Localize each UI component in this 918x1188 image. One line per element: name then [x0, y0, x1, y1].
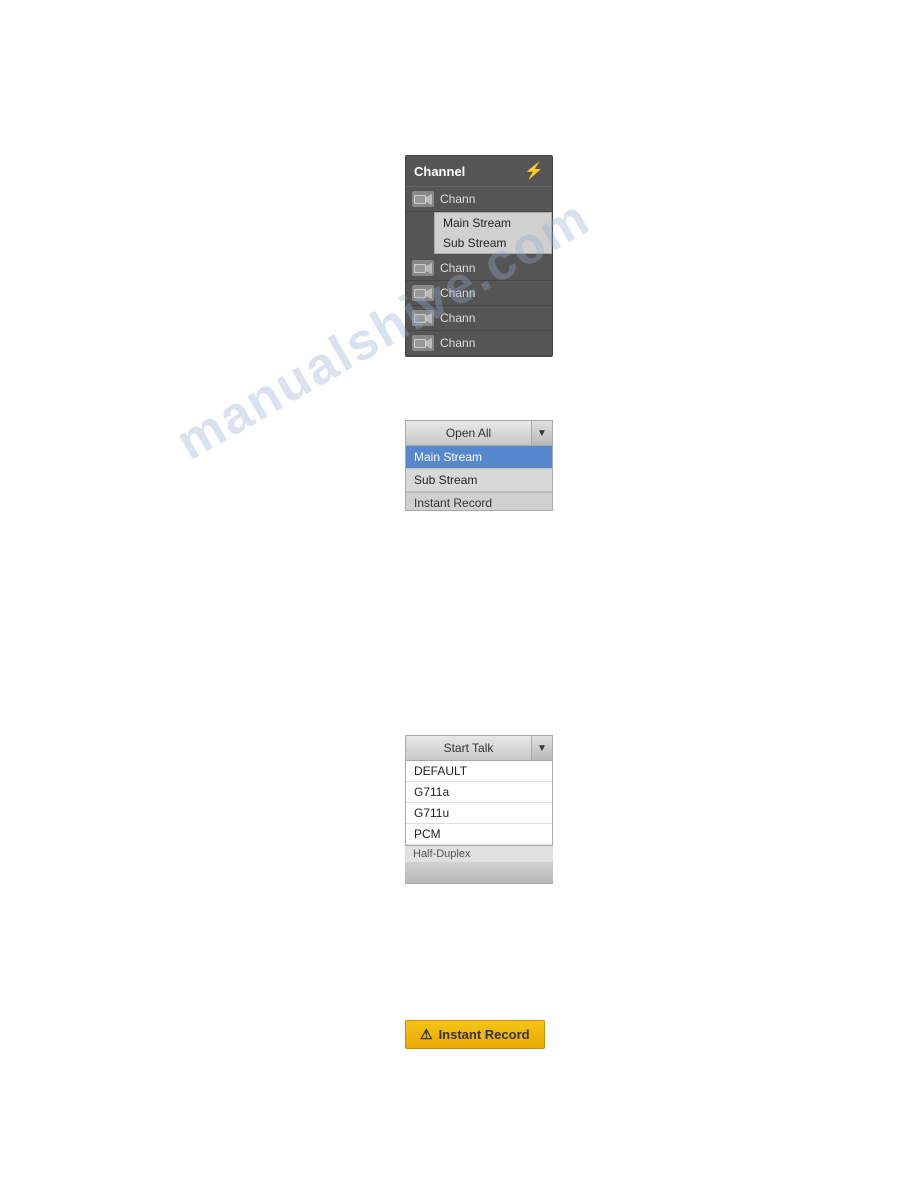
start-talk-button[interactable]: Start Talk [405, 735, 531, 761]
channel-title: Channel [414, 164, 465, 179]
starttalk-button-row: Start Talk ▼ [405, 735, 553, 761]
lightning-icon: ⚡ [524, 161, 544, 181]
camera-icon-5 [412, 335, 434, 351]
channel-item-5-label: Chann [440, 336, 475, 350]
camera-icon-3 [412, 285, 434, 301]
channel-1-subdropdown: Main Stream Sub Stream [434, 212, 552, 254]
channel-item-5[interactable]: Chann [406, 331, 552, 356]
channel-header: Channel ⚡ [406, 156, 552, 187]
channel-item-4[interactable]: Chann [406, 306, 552, 331]
half-duplex-partial: Half-Duplex [405, 846, 553, 862]
channel-item-4-label: Chann [440, 311, 475, 325]
g711u-option[interactable]: G711u [406, 803, 552, 824]
sub-stream-option[interactable]: Sub Stream [406, 469, 552, 492]
instant-record-partial: Instant Record [406, 492, 552, 510]
open-all-button[interactable]: Open All [405, 420, 531, 446]
starttalk-dropdown: DEFAULT G711a G711u PCM [405, 761, 553, 846]
channel-item-1-label: Chann [440, 192, 475, 206]
main-stream-option-1[interactable]: Main Stream [435, 213, 551, 233]
channel-item-2[interactable]: Chann [406, 256, 552, 281]
start-talk-arrow-button[interactable]: ▼ [531, 735, 553, 761]
channel-panel: Channel ⚡ Chann Main Stream Sub Stream C… [405, 155, 553, 357]
channel-item-2-label: Chann [440, 261, 475, 275]
channel-item-3[interactable]: Chann [406, 281, 552, 306]
instant-record-label: Instant Record [439, 1027, 530, 1042]
main-stream-option[interactable]: Main Stream [406, 446, 552, 469]
channel-item-3-label: Chann [440, 286, 475, 300]
starttalk-panel: Start Talk ▼ DEFAULT G711a G711u PCM Hal… [405, 735, 553, 884]
starttalk-dropdown-wrap: DEFAULT G711a G711u PCM Half-Duplex [405, 761, 553, 884]
default-option[interactable]: DEFAULT [406, 761, 552, 782]
instant-record-button[interactable]: ⚠ Instant Record [405, 1020, 545, 1049]
camera-icon-2 [412, 260, 434, 276]
camera-icon-1 [412, 191, 434, 207]
instant-record-panel: ⚠ Instant Record [405, 1020, 545, 1049]
g711a-option[interactable]: G711a [406, 782, 552, 803]
camera-icon-4 [412, 310, 434, 326]
pcm-option[interactable]: PCM [406, 824, 552, 845]
openall-button-row: Open All ▼ [405, 420, 553, 446]
openall-panel: Open All ▼ Main Stream Sub Stream Instan… [405, 420, 553, 511]
warning-icon: ⚠ [420, 1026, 433, 1043]
sub-stream-option-1[interactable]: Sub Stream [435, 233, 551, 253]
open-all-arrow-button[interactable]: ▼ [531, 420, 553, 446]
channel-item-1[interactable]: Chann [406, 187, 552, 212]
openall-dropdown: Main Stream Sub Stream Instant Record [405, 446, 553, 511]
gray-row-1 [405, 862, 553, 884]
